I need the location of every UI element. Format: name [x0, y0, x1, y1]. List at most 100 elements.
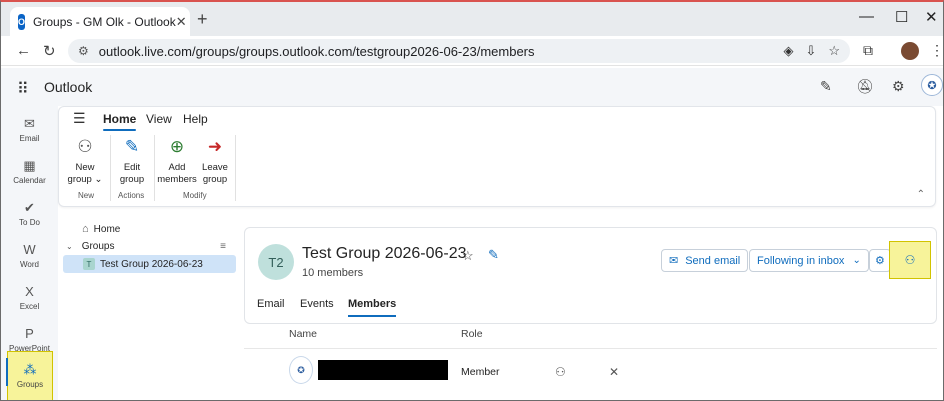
browser-toolbar: ← ↻ ⚙ outlook.live.com/groups/groups.out…: [1, 36, 943, 66]
edit-pencil-icon[interactable]: ✎: [488, 247, 499, 263]
member-count[interactable]: 10 members: [302, 267, 363, 279]
profile-avatar[interactable]: [901, 42, 919, 60]
member-role[interactable]: Member: [461, 366, 500, 378]
new-tab-button[interactable]: +: [197, 9, 208, 30]
mail-icon: ✉: [669, 255, 679, 267]
rail-label: Word: [20, 260, 39, 269]
groups-icon: ⁂: [23, 362, 37, 377]
settings-gear-icon: ⚙: [875, 255, 885, 267]
browser-tab[interactable]: O Groups - GM Olk - Outlook ✕: [10, 7, 190, 36]
minimize-button[interactable]: —: [859, 8, 874, 25]
leave-group-button[interactable]: ➜ Leave group: [195, 135, 235, 186]
ribbon-tabs: ☰ Home View Help: [59, 107, 935, 131]
todo-check-icon: ✔: [24, 200, 35, 215]
rail-item-calendar[interactable]: ▦ Calendar: [1, 152, 58, 192]
close-tab-icon[interactable]: ✕: [176, 14, 187, 30]
new-group-label: New group ⌄: [67, 162, 103, 185]
app-rail: ✉ Email ▦ Calendar ✔ To Do W Word X Exce…: [1, 106, 58, 400]
edit-group-button[interactable]: ✎ Edit group: [112, 135, 152, 186]
extensions-icon[interactable]: ⧉: [863, 42, 873, 59]
rail-label: To Do: [19, 218, 40, 227]
remove-member-icon[interactable]: ✕: [609, 365, 619, 379]
outlook-logo-icon: O: [18, 13, 26, 30]
close-window-button[interactable]: ✕: [925, 8, 938, 26]
notes-icon[interactable]: ✎: [820, 78, 832, 95]
ribbon-separator: [154, 135, 155, 201]
tab-email[interactable]: Email: [257, 298, 285, 310]
ribbon-group-label: Modify: [183, 191, 207, 200]
folder-item-home[interactable]: ⌂ Home: [82, 220, 252, 238]
ribbon-separator: [235, 135, 236, 201]
column-header-name[interactable]: Name: [289, 328, 317, 340]
excel-icon: X: [25, 284, 34, 299]
account-avatar[interactable]: ✪: [921, 74, 943, 96]
table-row[interactable]: ✪ Member ⚇ ✕: [244, 354, 937, 392]
tab-help[interactable]: Help: [183, 112, 208, 126]
rail-item-excel[interactable]: X Excel: [1, 278, 58, 318]
powerpoint-icon: P: [25, 326, 34, 341]
edit-group-icon: ✎: [124, 137, 140, 156]
tab-home[interactable]: Home: [103, 112, 137, 131]
tab-events[interactable]: Events: [300, 298, 334, 310]
ribbon-group-actions: ✎ Edit group Actions: [112, 133, 152, 205]
send-email-label: Send email: [685, 254, 741, 267]
folder-label: Test Group 2026-06-23: [100, 258, 203, 270]
group-avatar: T2: [258, 244, 294, 280]
folder-item-groups[interactable]: ⌄ Groups ≡: [66, 237, 236, 255]
rail-label: Excel: [19, 302, 40, 311]
leave-group-icon: ➜: [207, 137, 223, 156]
collapse-ribbon-icon[interactable]: ⌃: [917, 189, 925, 200]
column-header-role[interactable]: Role: [461, 328, 483, 340]
hamburger-menu-icon[interactable]: ☰: [73, 110, 86, 127]
url-text: outlook.live.com/groups/groups.outlook.c…: [98, 43, 535, 59]
leave-group-label: Leave group: [202, 162, 228, 185]
tab-title: Groups - GM Olk - Outlook: [33, 14, 176, 29]
group-settings-button[interactable]: ⚙: [869, 249, 891, 272]
new-group-button[interactable]: ⚇ New group ⌄: [65, 135, 105, 186]
notifications-off-icon[interactable]: 🔕︎: [856, 78, 874, 95]
ribbon-group-label: Actions: [118, 191, 145, 200]
reload-button[interactable]: ↻: [43, 42, 56, 60]
manage-members-button[interactable]: ⚇: [889, 241, 931, 279]
folder-label: Home: [93, 223, 121, 235]
new-group-icon: ⚇: [77, 137, 93, 156]
home-icon: ⌂: [82, 223, 89, 235]
mail-icon: ✉: [24, 116, 35, 131]
app-launcher-icon[interactable]: ⠿: [17, 79, 29, 99]
rail-item-email[interactable]: ✉ Email: [1, 110, 58, 150]
filter-icon[interactable]: ≡: [220, 241, 226, 252]
install-app-icon[interactable]: ⇩: [805, 43, 816, 59]
rail-item-groups[interactable]: ⁂ Groups: [6, 351, 53, 400]
ribbon: ☰ Home View Help ⚇ New group ⌄ New ✎ Edi…: [58, 106, 936, 207]
following-dropdown[interactable]: Following in inbox ⌄: [749, 249, 869, 272]
site-settings-icon[interactable]: ⚙: [78, 44, 89, 58]
browser-menu-icon[interactable]: ⋮: [930, 42, 943, 59]
rail-item-todo[interactable]: ✔ To Do: [1, 194, 58, 234]
rail-item-word[interactable]: W Word: [1, 236, 58, 276]
add-members-label: Add members: [157, 162, 197, 185]
change-role-icon[interactable]: ⚇: [555, 365, 566, 379]
tab-view[interactable]: View: [146, 112, 172, 126]
tab-members[interactable]: Members: [348, 298, 397, 317]
settings-gear-icon[interactable]: ⚙: [892, 78, 905, 95]
view-icon[interactable]: ◈: [783, 43, 793, 59]
following-label: Following in inbox: [757, 254, 845, 267]
maximize-button[interactable]: ☐: [895, 8, 908, 26]
ribbon-group-label: New: [78, 191, 95, 200]
add-members-icon: ⊕: [169, 137, 185, 156]
add-members-button[interactable]: ⊕ Add members: [157, 135, 197, 186]
send-email-button[interactable]: ✉ Send email: [661, 249, 749, 272]
rail-label: Email: [19, 134, 40, 143]
bookmark-star-icon[interactable]: ☆: [828, 43, 840, 59]
folder-item-test-group[interactable]: T Test Group 2026-06-23: [63, 255, 236, 273]
favorite-star-icon[interactable]: ☆: [462, 248, 474, 264]
chevron-down-icon: ⌄: [852, 255, 861, 266]
people-settings-icon: ⚇: [904, 253, 916, 267]
chevron-down-icon[interactable]: ⌄: [66, 242, 73, 251]
outlook-header: ⠿ Outlook ✎ 🔕︎ ⚙ ✪: [1, 68, 943, 106]
address-bar[interactable]: ⚙ outlook.live.com/groups/groups.outlook…: [68, 39, 850, 63]
calendar-icon: ▦: [23, 158, 36, 173]
group-title: Test Group 2026-06-23: [302, 245, 467, 262]
back-button[interactable]: ←: [16, 42, 31, 59]
rail-label: Calendar: [13, 176, 46, 185]
